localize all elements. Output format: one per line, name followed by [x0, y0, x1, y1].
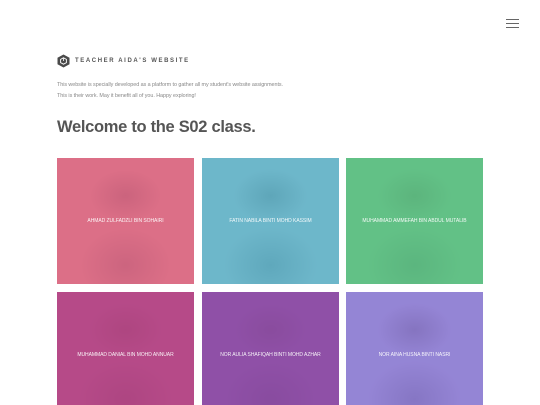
- hamburger-menu-icon[interactable]: [503, 16, 523, 32]
- intro-text: This website is specially developed as a…: [57, 80, 457, 102]
- student-tile[interactable]: NOR AULIA SHAFIQAH BINTI MOHD AZHAR: [202, 292, 339, 405]
- student-name: AHMAD ZULFADZLI BIN SOHAIRI: [87, 218, 164, 224]
- menu-bar: [506, 27, 519, 29]
- student-tile[interactable]: FATIN NABILA BINTI MOHD KASSIM: [202, 158, 339, 284]
- brand-title: TEACHER AIDA'S WEBSITE: [75, 58, 190, 64]
- student-name: MUHAMMAD DANIAL BIN MOHD ANNUAR: [77, 352, 174, 358]
- student-tile[interactable]: NOR AINA HUSNA BINTI NASRI: [346, 292, 483, 405]
- hexagon-logo-icon: [57, 54, 70, 68]
- color-overlay: [346, 292, 483, 405]
- intro-line: This website is specially developed as a…: [57, 82, 283, 88]
- student-tile[interactable]: MUHAMMAD AMMEFAH BIN ABDUL MUTALIB: [346, 158, 483, 284]
- menu-bar: [506, 19, 519, 21]
- site-brand[interactable]: TEACHER AIDA'S WEBSITE: [57, 54, 190, 68]
- student-name: FATIN NABILA BINTI MOHD KASSIM: [229, 218, 312, 224]
- intro-line: This is their work. May it benefit all o…: [57, 93, 196, 99]
- student-name: NOR AINA HUSNA BINTI NASRI: [378, 352, 451, 358]
- student-tile[interactable]: MUHAMMAD DANIAL BIN MOHD ANNUAR: [57, 292, 194, 405]
- student-name: MUHAMMAD AMMEFAH BIN ABDUL MUTALIB: [362, 218, 467, 224]
- student-name: NOR AULIA SHAFIQAH BINTI MOHD AZHAR: [220, 352, 321, 358]
- color-overlay: [57, 292, 194, 405]
- student-tile[interactable]: AHMAD ZULFADZLI BIN SOHAIRI: [57, 158, 194, 284]
- color-overlay: [202, 292, 339, 405]
- page-title: Welcome to the S02 class.: [57, 118, 256, 136]
- menu-bar: [506, 23, 519, 25]
